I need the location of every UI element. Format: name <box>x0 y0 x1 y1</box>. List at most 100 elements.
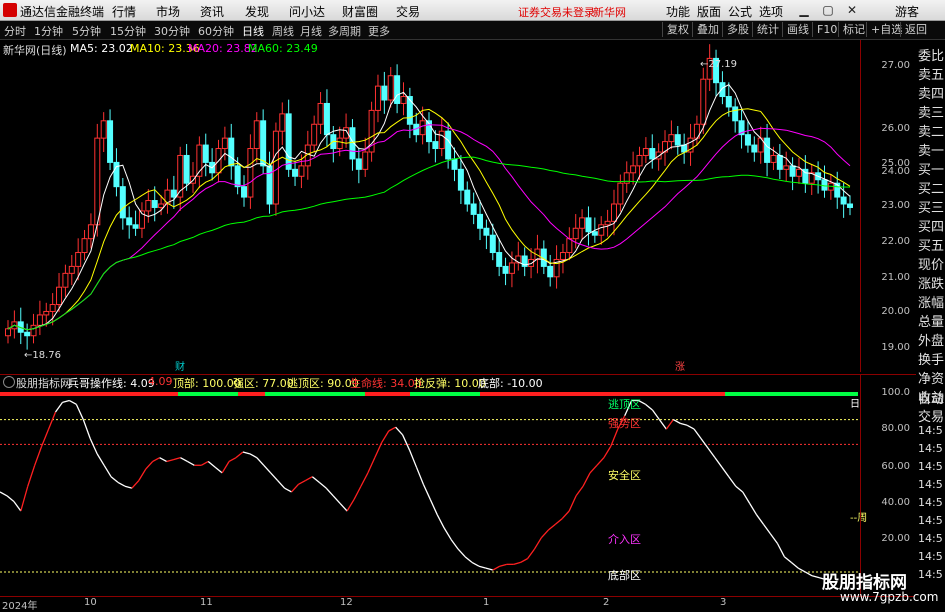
period-more[interactable]: 更多 <box>368 23 390 39</box>
period-week[interactable]: 周线 <box>272 23 294 39</box>
indicator-panel[interactable]: 股朋指标网 兵哥操作线: 4.09 4.09 顶部: 100.00 强区: 77… <box>0 374 867 597</box>
guest-label[interactable]: 游客 <box>895 3 919 20</box>
indicator-line-segment <box>776 543 785 558</box>
candle-body <box>795 168 802 177</box>
maximize-icon[interactable]: ▢ <box>820 2 836 18</box>
indicator-line-segment <box>763 523 771 535</box>
candle-body <box>81 238 88 254</box>
indicator-line-segment <box>263 464 272 474</box>
candle-body <box>591 231 598 236</box>
period-1min[interactable]: 1分钟 <box>34 23 63 39</box>
auto-trade-label[interactable]: 自动 <box>918 388 945 407</box>
ind-ytick: 60.00 <box>881 461 910 472</box>
stock-label: 新华网(日线) <box>3 44 67 57</box>
menu-gongneng[interactable]: 功能 <box>666 3 690 20</box>
indicator-line-segment <box>305 476 313 482</box>
indicator-line-segment <box>756 514 765 525</box>
indicator-line-segment <box>152 457 160 463</box>
tick-time: 14:5 <box>918 532 943 545</box>
signal-bar-segment <box>410 392 480 396</box>
close-icon[interactable]: ✕ <box>844 2 860 18</box>
candle-body <box>681 144 688 153</box>
candle-body <box>604 220 611 226</box>
low-marker: ←18.76 <box>24 350 62 361</box>
period-month[interactable]: 月线 <box>300 23 322 39</box>
period-60min[interactable]: 60分钟 <box>198 23 234 39</box>
btn-fanhui[interactable]: 返回 <box>900 22 931 37</box>
indicator-line-segment <box>665 419 674 430</box>
menu-shichang[interactable]: 市场 <box>156 3 180 20</box>
btn-diejia[interactable]: 叠加 <box>692 22 723 37</box>
quote-label: 买二 <box>918 182 945 197</box>
period-multi[interactable]: 多周期 <box>328 23 361 39</box>
candle-body <box>547 265 554 278</box>
btn-duogu[interactable]: 多股 <box>722 22 753 37</box>
candle-body <box>272 130 279 205</box>
btn-fuquan[interactable]: 复权 <box>662 22 693 37</box>
menu-caifuquan[interactable]: 财富圈 <box>342 3 378 20</box>
candle-body <box>317 102 324 125</box>
btn-f10[interactable]: F10 <box>812 22 841 37</box>
menu-zixun[interactable]: 资讯 <box>200 3 224 20</box>
indicator-line-segment <box>645 403 653 411</box>
ytick: 26.00 <box>881 123 910 134</box>
indicator-line-segment <box>693 428 702 440</box>
indicator-line-segment <box>596 457 605 466</box>
candle-body <box>132 224 139 229</box>
indicator-settings-icon[interactable] <box>3 376 15 388</box>
ma60-label: MA60: 23.49 <box>248 42 318 55</box>
candle-body <box>336 137 343 150</box>
quote-label: 卖一 <box>918 144 945 159</box>
candle-body <box>94 137 101 226</box>
candle-body <box>100 120 107 139</box>
xtick: 2024年 <box>2 601 38 612</box>
menu-banmian[interactable]: 版面 <box>697 3 721 20</box>
trade-label[interactable]: 交易 <box>918 406 945 425</box>
event-cai-icon[interactable]: 财 <box>175 358 185 373</box>
candle-body <box>387 75 394 101</box>
indicator-line-segment <box>540 529 549 539</box>
menu-gongshi[interactable]: 公式 <box>728 3 752 20</box>
candle-body <box>292 168 299 177</box>
ind-item: 顶部: 100.00 <box>173 377 241 390</box>
event-zhang-icon[interactable]: 涨 <box>675 358 685 373</box>
quote-label: 买一 <box>918 163 945 178</box>
btn-huaxian[interactable]: 画线 <box>782 22 813 37</box>
indicator-line-segment <box>804 571 813 577</box>
period-day[interactable]: 日线 <box>242 23 264 39</box>
minimize-icon[interactable]: ▁ <box>796 2 812 18</box>
indicator-line-segment <box>318 481 327 489</box>
ind-item: 强区: 77.00 <box>233 377 294 390</box>
menu-jiaoyi[interactable]: 交易 <box>396 3 420 20</box>
candle-body <box>457 168 464 191</box>
candlestick-chart[interactable]: 新华网(日线) MA5: 23.02 MA10: 23.36 MA20: 23.… <box>0 40 860 373</box>
period-fenshi[interactable]: 分时 <box>4 23 26 39</box>
menu-faxian[interactable]: 发现 <box>245 3 269 20</box>
candle-body <box>464 189 471 205</box>
period-30min[interactable]: 30分钟 <box>154 23 190 39</box>
btn-biaoji[interactable]: 标记 <box>838 22 869 37</box>
candle-body <box>610 203 617 222</box>
indicator-name[interactable]: 股朋指标网 <box>16 375 71 391</box>
ind-item: 底部: -10.00 <box>478 377 543 390</box>
candle-body <box>559 252 566 260</box>
candle-body <box>362 151 369 170</box>
candle-body <box>598 224 605 236</box>
period-5min[interactable]: 5分钟 <box>72 23 101 39</box>
menu-xuanxiang[interactable]: 选项 <box>759 3 783 20</box>
candle-body <box>445 130 452 160</box>
tick-time: 14:5 <box>918 424 943 437</box>
btn-tongji[interactable]: 统计 <box>752 22 783 37</box>
candle-body <box>62 272 69 288</box>
menu-hangqing[interactable]: 行情 <box>112 3 136 20</box>
period-15min[interactable]: 15分钟 <box>110 23 146 39</box>
xtick: 11 <box>200 597 213 608</box>
indicator-line-segment <box>311 476 320 483</box>
menu-wenxiaoda[interactable]: 问小达 <box>289 3 325 20</box>
candle-body <box>585 217 592 233</box>
quote-panel: 委比 卖五 卖四 卖三 卖二 卖一 买一 买二 买三 买四 买五 现价 涨跌 涨… <box>916 40 945 609</box>
indicator-line-segment <box>381 430 390 443</box>
login-warning[interactable]: 证券交易未登录 <box>518 4 595 20</box>
candle-body <box>119 186 126 219</box>
indicator-line-segment <box>728 476 737 487</box>
